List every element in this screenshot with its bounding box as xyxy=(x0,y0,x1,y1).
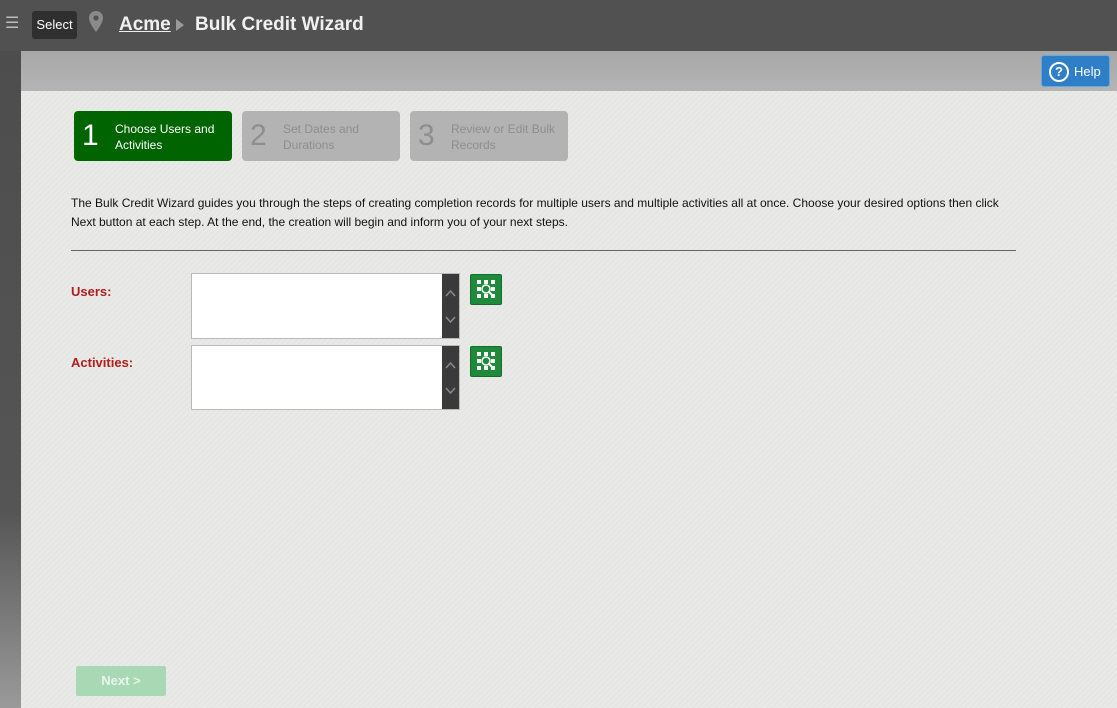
activities-scrollbar[interactable] xyxy=(442,346,459,409)
step-number: 2 xyxy=(250,119,267,152)
sub-toolbar: ? Help xyxy=(21,51,1117,91)
menu-icon[interactable]: ☰ xyxy=(5,14,19,34)
next-button[interactable]: Next > xyxy=(76,666,166,696)
picker-grid-icon xyxy=(477,352,495,370)
scroll-down-icon[interactable] xyxy=(445,383,456,395)
help-label: Help xyxy=(1074,64,1101,79)
scroll-down-icon[interactable] xyxy=(445,312,456,324)
activities-picker-button[interactable] xyxy=(470,346,502,377)
help-button[interactable]: ? Help xyxy=(1041,55,1110,87)
breadcrumb-home-link[interactable]: Acme xyxy=(119,13,171,37)
step-number: 3 xyxy=(418,119,435,152)
wizard-panel: 1 Choose Users and Activities 2 Set Date… xyxy=(21,91,1117,708)
left-rail xyxy=(0,51,21,708)
help-circle-icon: ? xyxy=(1049,62,1069,82)
divider xyxy=(71,250,1016,251)
top-bar: ☰ Select Acme Bulk Credit Wizard xyxy=(0,0,1117,51)
users-label: Users: xyxy=(71,284,112,299)
users-picker-button[interactable] xyxy=(470,274,502,305)
wizard-step-3[interactable]: 3 Review or Edit Bulk Records xyxy=(410,111,568,161)
breadcrumb-separator-icon xyxy=(176,19,184,31)
page-title: Bulk Credit Wizard xyxy=(195,14,364,35)
content-frame: ? Help 1 Choose Users and Activities 2 S… xyxy=(21,51,1117,708)
wizard-step-1[interactable]: 1 Choose Users and Activities xyxy=(74,111,232,161)
step-number: 1 xyxy=(82,119,99,152)
step-label: Review or Edit Bulk Records xyxy=(451,122,556,152)
activities-label: Activities: xyxy=(71,355,134,370)
location-pin-icon xyxy=(88,10,104,34)
users-scrollbar[interactable] xyxy=(442,274,459,338)
scroll-up-icon[interactable] xyxy=(445,358,456,369)
step-label: Choose Users and Activities xyxy=(115,122,215,152)
activities-listbox[interactable] xyxy=(191,345,460,410)
wizard-intro-text: The Bulk Credit Wizard guides you throug… xyxy=(71,196,999,229)
step-label: Set Dates and Durations xyxy=(283,122,360,152)
users-listbox[interactable] xyxy=(191,273,460,339)
select-button[interactable]: Select xyxy=(32,11,77,39)
wizard-step-2[interactable]: 2 Set Dates and Durations xyxy=(242,111,400,161)
picker-grid-icon xyxy=(477,280,495,298)
scroll-up-icon[interactable] xyxy=(445,286,456,297)
